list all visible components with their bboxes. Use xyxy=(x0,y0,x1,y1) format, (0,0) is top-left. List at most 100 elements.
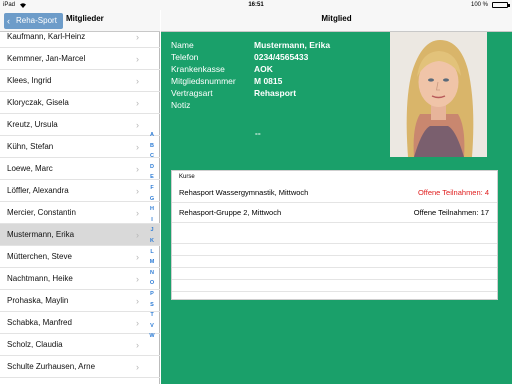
index-letter[interactable]: W xyxy=(148,331,156,342)
member-list-item[interactable]: Kloryczak, Gisela › xyxy=(0,92,160,114)
courses-table: Kurse Rehasport Wassergymnastik, Mittwoc… xyxy=(171,170,498,300)
chevron-right-icon: › xyxy=(136,76,139,86)
index-letter[interactable]: F xyxy=(148,183,156,194)
chevron-right-icon: › xyxy=(136,98,139,108)
member-list-item[interactable]: Scholz, Claudia › xyxy=(0,334,160,356)
member-list-item[interactable]: Schulz, Jana› xyxy=(0,378,160,384)
members-navbar: ‹ Reha-Sport Mitglieder xyxy=(0,10,160,32)
member-list-item[interactable]: Mustermann, Erika › xyxy=(0,224,160,246)
index-letter[interactable]: D xyxy=(148,162,156,173)
chevron-left-icon: ‹ xyxy=(7,16,10,26)
chevron-right-icon: › xyxy=(136,362,139,372)
detail-label: Vertragsart xyxy=(171,88,213,98)
chevron-right-icon: › xyxy=(136,208,139,218)
member-name: Schabka, Manfred xyxy=(7,318,72,327)
index-letter[interactable]: L xyxy=(148,247,156,258)
index-letter[interactable]: T xyxy=(148,310,156,321)
chevron-right-icon: › xyxy=(136,186,139,196)
chevron-right-icon: › xyxy=(136,142,139,152)
course-open-count: Offene Teilnahmen: 4 xyxy=(417,188,489,197)
member-name: Löffler, Alexandra xyxy=(7,186,69,195)
back-button[interactable]: ‹ Reha-Sport xyxy=(4,13,63,29)
index-letter[interactable]: K xyxy=(148,236,156,247)
index-letter[interactable]: C xyxy=(148,151,156,162)
member-list-item[interactable]: Kreutz, Ursula › xyxy=(0,114,160,136)
chevron-right-icon: › xyxy=(136,318,139,328)
chevron-right-icon: › xyxy=(136,296,139,306)
index-letter[interactable]: O xyxy=(148,278,156,289)
detail-navbar: Mitglied xyxy=(161,10,512,32)
member-name: Kloryczak, Gisela xyxy=(7,98,69,107)
index-letter[interactable]: G xyxy=(148,194,156,205)
battery-icon xyxy=(492,2,510,8)
courses-header: Kurse xyxy=(179,174,195,180)
detail-label: Name xyxy=(171,40,194,50)
chevron-right-icon: › xyxy=(136,274,139,284)
course-row[interactable]: Rehasport Wassergymnastik, Mittwoch Offen… xyxy=(172,183,497,203)
index-letter[interactable]: S xyxy=(148,300,156,311)
index-letter[interactable]: P xyxy=(148,289,156,300)
course-row[interactable]: Rehasport-Gruppe 2, Mittwoch Offene Teiln… xyxy=(172,203,497,223)
detail-label: Mitgliedsnummer xyxy=(171,76,236,86)
member-list-item[interactable]: Prohaska, Maylin › xyxy=(0,290,160,312)
index-letter[interactable]: J xyxy=(148,225,156,236)
detail-label: Notiz xyxy=(171,100,191,110)
ipad-screen: iPad 16:51 100 % ‹ Reha-Sport Mitglieder… xyxy=(0,0,512,384)
member-list-item[interactable]: Kaufmann, Karl-Heinz › xyxy=(0,32,160,48)
member-list-item[interactable]: Kemmner, Jan-Marcel › xyxy=(0,48,160,70)
members-title: Mitglieder xyxy=(66,14,104,23)
member-list-item[interactable]: Schabka, Manfred › xyxy=(0,312,160,334)
chevron-right-icon: › xyxy=(136,120,139,130)
member-name: Kaufmann, Karl-Heinz xyxy=(7,32,86,41)
member-name: Schulte Zurhausen, Arne xyxy=(7,362,96,371)
member-name: Kreutz, Ursula xyxy=(7,120,58,129)
course-empty-row xyxy=(172,267,497,268)
course-empty-row xyxy=(172,291,497,292)
index-letter[interactable]: V xyxy=(148,321,156,332)
member-name: Mustermann, Erika xyxy=(7,230,75,239)
member-list-item[interactable]: Nachtmann, Heike › xyxy=(0,268,160,290)
member-list-item[interactable]: Mercier, Constantin › xyxy=(0,202,160,224)
course-name: Rehasport-Gruppe 2, Mittwoch xyxy=(179,208,282,217)
detail-row: Mitgliedsnummer M 0815 xyxy=(171,75,371,87)
detail-value: Mustermann, Erika xyxy=(254,40,331,50)
member-list-item[interactable]: Kühn, Stefan › xyxy=(0,136,160,158)
index-letter[interactable]: B xyxy=(148,141,156,152)
member-name: Nachtmann, Heike xyxy=(7,274,73,283)
course-empty-row xyxy=(172,243,497,244)
index-letter[interactable]: E xyxy=(148,172,156,183)
member-name: Kemmner, Jan-Marcel xyxy=(7,54,86,63)
detail-value: 0234/4565433 xyxy=(254,52,309,62)
status-bar: iPad 16:51 100 % xyxy=(0,0,512,10)
chevron-right-icon: › xyxy=(136,230,139,240)
course-name: Rehasport Wassergymnastik, Mittwoch xyxy=(179,188,309,197)
member-name: Kühn, Stefan xyxy=(7,142,54,151)
alphabet-index[interactable]: ABCDEFGHIJKLMNOPSTVW xyxy=(148,130,156,342)
detail-label: Krankenkasse xyxy=(171,64,225,74)
chevron-right-icon: › xyxy=(136,252,139,262)
index-letter[interactable]: N xyxy=(148,268,156,279)
back-button-label: Reha-Sport xyxy=(16,16,57,25)
detail-row: Telefon 0234/4565433 xyxy=(171,51,371,63)
battery-percent: 100 % xyxy=(470,2,488,8)
index-letter[interactable]: H xyxy=(148,204,156,215)
note-value: -- xyxy=(255,128,261,138)
chevron-right-icon: › xyxy=(136,340,139,350)
detail-row: Krankenkasse AOK xyxy=(171,63,371,75)
index-letter[interactable]: M xyxy=(148,257,156,268)
member-list-item[interactable]: Mütterchen, Steve › xyxy=(0,246,160,268)
index-letter[interactable]: A xyxy=(148,130,156,141)
member-list-item[interactable]: Löffler, Alexandra › xyxy=(0,180,160,202)
detail-title: Mitglied xyxy=(321,14,352,23)
member-list-item[interactable]: Schulte Zurhausen, Arne › xyxy=(0,356,160,378)
detail-row: Notiz xyxy=(171,99,371,111)
chevron-right-icon: › xyxy=(136,378,139,384)
member-list-item[interactable]: Klees, Ingrid › xyxy=(0,70,160,92)
member-list[interactable]: Kaufmann, Karl-Heinz › Kemmner, Jan-Marcel… xyxy=(0,32,160,384)
member-name: Klees, Ingrid xyxy=(7,76,52,85)
chevron-right-icon: › xyxy=(136,54,139,64)
index-letter[interactable]: I xyxy=(148,215,156,226)
member-list-item[interactable]: Loewe, Marc › xyxy=(0,158,160,180)
member-name: Mütterchen, Steve xyxy=(7,252,72,261)
course-empty-row xyxy=(172,279,497,280)
